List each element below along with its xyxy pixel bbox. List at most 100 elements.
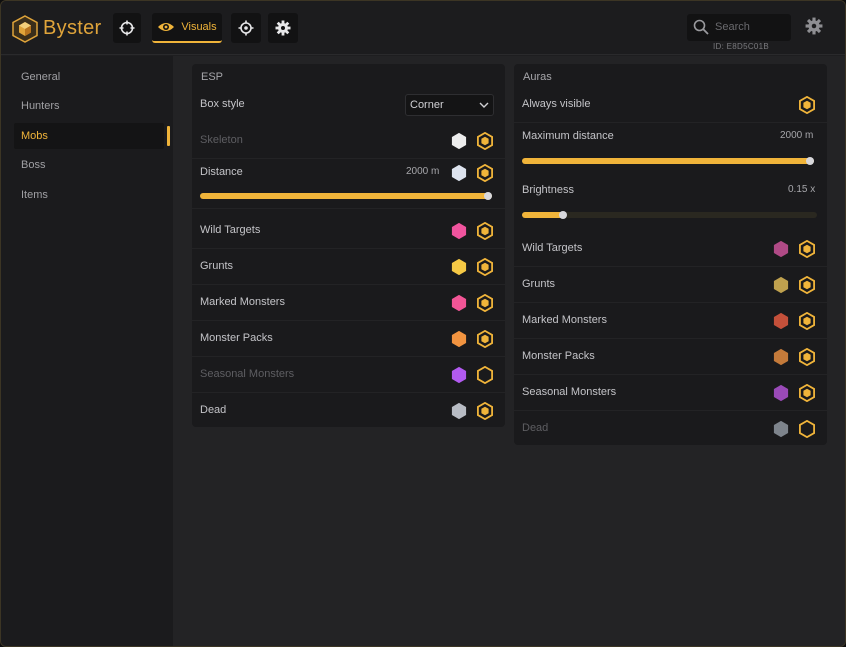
target-icon bbox=[238, 20, 254, 36]
esp-wild-targets-toggle[interactable] bbox=[476, 222, 494, 240]
distance-value: 2000 m bbox=[406, 166, 440, 177]
user-id-label: ID: E8D5C01B bbox=[713, 42, 770, 51]
brightness-label: Brightness bbox=[522, 184, 574, 196]
auras-wild-targets-row: Wild Targets bbox=[514, 231, 827, 267]
auras-seasonal-monsters-color-swatch[interactable] bbox=[772, 384, 790, 402]
chevron-down-icon bbox=[479, 102, 489, 108]
distance-label: Distance bbox=[200, 166, 243, 178]
esp-monster-packs-label: Monster Packs bbox=[200, 332, 273, 344]
esp-dead-row: Dead bbox=[192, 393, 505, 429]
sidebar-item-items[interactable]: Items bbox=[14, 182, 164, 208]
esp-grunts-toggle[interactable] bbox=[476, 258, 494, 276]
esp-grunts-row: Grunts bbox=[192, 249, 505, 285]
auras-dead-color-swatch[interactable] bbox=[772, 420, 790, 438]
nav-aim-button[interactable] bbox=[113, 13, 141, 43]
esp-wild-targets-row: Wild Targets bbox=[192, 213, 505, 249]
esp-monster-packs-color-swatch[interactable] bbox=[450, 330, 468, 348]
esp-marked-monsters-label: Marked Monsters bbox=[200, 296, 285, 308]
skeleton-color-swatch[interactable] bbox=[450, 132, 468, 150]
esp-seasonal-monsters-row: Seasonal Monsters bbox=[192, 357, 505, 393]
byster-logo-icon bbox=[12, 15, 38, 43]
esp-wild-targets-color-swatch[interactable] bbox=[450, 222, 468, 240]
auras-grunts-label: Grunts bbox=[522, 278, 556, 290]
auras-monster-packs-color-swatch[interactable] bbox=[772, 348, 790, 366]
auras-marked-monsters-color-swatch[interactable] bbox=[772, 312, 790, 330]
auras-monster-packs-label: Monster Packs bbox=[522, 350, 595, 362]
auras-panel-title: Auras bbox=[523, 71, 552, 83]
esp-marked-monsters-color-swatch[interactable] bbox=[450, 294, 468, 312]
sidebar-item-general[interactable]: General bbox=[14, 64, 164, 90]
always-visible-row: Always visible bbox=[514, 87, 827, 123]
distance-row: Distance 2000 m bbox=[192, 155, 505, 209]
auras-grunts-color-swatch[interactable] bbox=[772, 276, 790, 294]
skeleton-label: Skeleton bbox=[200, 134, 243, 146]
brightness-slider[interactable] bbox=[522, 211, 817, 219]
auras-wild-targets-label: Wild Targets bbox=[522, 242, 583, 254]
auras-marked-monsters-label: Marked Monsters bbox=[522, 314, 607, 326]
tab-visuals-label: Visuals bbox=[181, 21, 217, 33]
tab-visuals[interactable]: Visuals bbox=[152, 13, 222, 43]
esp-seasonal-monsters-toggle[interactable] bbox=[476, 366, 494, 384]
box-style-label: Box style bbox=[200, 98, 245, 110]
auras-seasonal-monsters-label: Seasonal Monsters bbox=[522, 386, 617, 398]
esp-seasonal-monsters-label: Seasonal Monsters bbox=[200, 368, 295, 380]
auras-dead-label: Dead bbox=[522, 422, 549, 434]
auras-dead-toggle[interactable] bbox=[798, 420, 816, 438]
esp-panel-title: ESP bbox=[201, 71, 224, 83]
auras-monster-packs-toggle[interactable] bbox=[798, 348, 816, 366]
auras-wild-targets-toggle[interactable] bbox=[798, 240, 816, 258]
sidebar-item-mobs[interactable]: Mobs bbox=[14, 123, 164, 149]
distance-slider-handle[interactable] bbox=[484, 192, 492, 200]
esp-wild-targets-label: Wild Targets bbox=[200, 224, 261, 236]
auras-grunts-row: Grunts bbox=[514, 267, 827, 303]
nav-settings-button[interactable] bbox=[268, 13, 298, 43]
skeleton-row: Skeleton bbox=[192, 123, 505, 159]
brightness-value: 0.15 x bbox=[788, 184, 816, 195]
esp-seasonal-monsters-color-swatch[interactable] bbox=[450, 366, 468, 384]
esp-grunts-color-swatch[interactable] bbox=[450, 258, 468, 276]
search-icon bbox=[693, 19, 709, 35]
max-distance-slider[interactable] bbox=[522, 157, 814, 165]
esp-dead-toggle[interactable] bbox=[476, 402, 494, 420]
auras-grunts-toggle[interactable] bbox=[798, 276, 816, 294]
config-gear-icon[interactable] bbox=[805, 17, 823, 35]
top-bar: Byster Visuals Search ID: E8D5C01B bbox=[1, 1, 845, 55]
max-distance-slider-handle[interactable] bbox=[806, 157, 814, 165]
box-style-row: Box style Corner bbox=[192, 87, 505, 123]
max-distance-slider-fill bbox=[522, 158, 814, 164]
search-input[interactable]: Search bbox=[687, 14, 791, 41]
brightness-slider-handle[interactable] bbox=[559, 211, 568, 219]
distance-slider[interactable] bbox=[200, 192, 492, 200]
esp-dead-color-swatch[interactable] bbox=[450, 402, 468, 420]
max-distance-label: Maximum distance bbox=[522, 130, 614, 142]
skeleton-toggle[interactable] bbox=[476, 132, 494, 150]
esp-dead-label: Dead bbox=[200, 404, 227, 416]
always-visible-toggle[interactable] bbox=[798, 96, 816, 114]
brightness-slider-fill bbox=[522, 212, 564, 218]
esp-panel: ESP Box style Corner Skeleton Distance 2… bbox=[192, 64, 505, 429]
box-style-value: Corner bbox=[410, 99, 444, 111]
esp-marked-monsters-toggle[interactable] bbox=[476, 294, 494, 312]
box-style-select[interactable]: Corner bbox=[405, 94, 494, 116]
auras-seasonal-monsters-row: Seasonal Monsters bbox=[514, 375, 827, 411]
auras-marked-monsters-toggle[interactable] bbox=[798, 312, 816, 330]
nav-target-button[interactable] bbox=[231, 13, 261, 43]
esp-monster-packs-toggle[interactable] bbox=[476, 330, 494, 348]
search-placeholder: Search bbox=[715, 21, 750, 33]
main-content: ESP Box style Corner Skeleton Distance 2… bbox=[173, 56, 845, 646]
auras-panel: Auras Always visible Maximum distance 20… bbox=[514, 64, 827, 447]
auras-wild-targets-color-swatch[interactable] bbox=[772, 240, 790, 258]
sidebar-item-boss[interactable]: Boss bbox=[14, 152, 164, 178]
eye-icon bbox=[158, 23, 175, 31]
distance-toggle[interactable] bbox=[476, 164, 494, 182]
esp-monster-packs-row: Monster Packs bbox=[192, 321, 505, 357]
max-distance-value: 2000 m bbox=[780, 130, 814, 141]
sidebar-item-hunters[interactable]: Hunters bbox=[14, 93, 164, 119]
gear-icon bbox=[275, 20, 291, 36]
auras-marked-monsters-row: Marked Monsters bbox=[514, 303, 827, 339]
distance-color-swatch[interactable] bbox=[450, 164, 468, 182]
distance-slider-fill bbox=[200, 193, 492, 199]
auras-seasonal-monsters-toggle[interactable] bbox=[798, 384, 816, 402]
brightness-row: Brightness 0.15 x bbox=[514, 173, 827, 227]
esp-marked-monsters-row: Marked Monsters bbox=[192, 285, 505, 321]
